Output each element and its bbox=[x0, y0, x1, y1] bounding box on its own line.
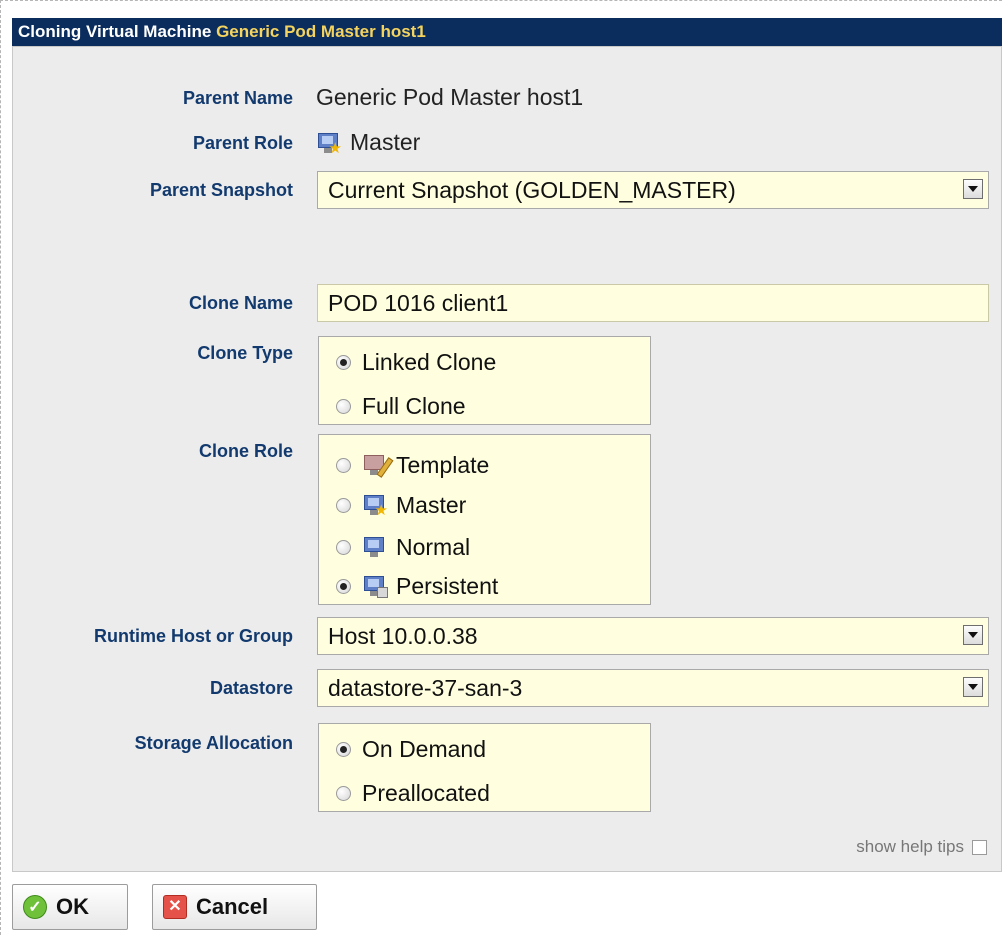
role-master-option[interactable]: ★ Master bbox=[336, 490, 466, 520]
parent-snapshot-value: Current Snapshot (GOLDEN_MASTER) bbox=[328, 177, 736, 203]
storage-allocation-label: Storage Allocation bbox=[134, 733, 293, 753]
full-clone-radio[interactable] bbox=[336, 398, 351, 414]
role-template-label: Template bbox=[396, 451, 490, 478]
on-demand-option[interactable]: On Demand bbox=[336, 734, 486, 764]
dialog-title: Cloning Virtual Machine Generic Pod Mast… bbox=[12, 18, 1002, 46]
role-master-label: Master bbox=[396, 491, 467, 518]
on-demand-label: On Demand bbox=[362, 735, 487, 762]
master-icon: ★ bbox=[316, 130, 342, 156]
storage-allocation-group: On Demand Preallocated bbox=[318, 723, 651, 812]
clone-role-group: Template ★ Master Normal Persistent bbox=[318, 434, 651, 605]
chevron-down-icon[interactable] bbox=[963, 677, 983, 697]
clone-type-label: Clone Type bbox=[197, 343, 293, 363]
role-normal-option[interactable]: Normal bbox=[336, 532, 470, 562]
datastore-label: Datastore bbox=[209, 678, 293, 698]
role-master-radio[interactable] bbox=[336, 497, 351, 513]
preallocated-option[interactable]: Preallocated bbox=[336, 778, 490, 808]
runtime-host-select[interactable]: Host 10.0.0.38 bbox=[317, 617, 989, 655]
parent-role-text: Master bbox=[350, 129, 421, 155]
parent-role-value: ★ Master bbox=[316, 129, 420, 156]
chevron-down-icon[interactable] bbox=[963, 179, 983, 199]
ok-button[interactable]: ✓ OK bbox=[12, 884, 128, 930]
clone-form-panel: Parent Name Generic Pod Master host1 Par… bbox=[12, 46, 1002, 872]
full-clone-option[interactable]: Full Clone bbox=[336, 391, 466, 421]
role-normal-radio[interactable] bbox=[336, 539, 351, 555]
template-icon bbox=[362, 452, 394, 478]
chevron-down-icon[interactable] bbox=[963, 625, 983, 645]
linked-clone-label: Linked Clone bbox=[362, 348, 497, 375]
datastore-value: datastore-37-san-3 bbox=[328, 675, 523, 701]
check-icon: ✓ bbox=[23, 895, 47, 919]
cancel-button-label: Cancel bbox=[196, 894, 269, 919]
runtime-host-label: Runtime Host or Group bbox=[94, 626, 293, 646]
master-icon: ★ bbox=[362, 492, 388, 518]
cancel-button[interactable]: ✕ Cancel bbox=[152, 884, 317, 930]
persistent-icon bbox=[362, 573, 388, 599]
role-persistent-option[interactable]: Persistent bbox=[336, 571, 498, 601]
clone-type-group: Linked Clone Full Clone bbox=[318, 336, 651, 425]
close-icon: ✕ bbox=[163, 895, 187, 919]
clone-role-label: Clone Role bbox=[198, 441, 293, 461]
title-vm-name: Generic Pod Master host1 bbox=[216, 22, 426, 41]
clone-name-input[interactable]: POD 1016 client1 bbox=[317, 284, 989, 322]
help-tips-toggle[interactable]: show help tips bbox=[856, 837, 987, 857]
role-persistent-label: Persistent bbox=[396, 572, 499, 599]
role-template-option[interactable]: Template bbox=[336, 450, 489, 480]
parent-name-value: Generic Pod Master host1 bbox=[316, 84, 584, 110]
parent-snapshot-select[interactable]: Current Snapshot (GOLDEN_MASTER) bbox=[317, 171, 989, 209]
linked-clone-radio[interactable] bbox=[336, 354, 351, 370]
on-demand-radio[interactable] bbox=[336, 741, 351, 757]
runtime-host-value: Host 10.0.0.38 bbox=[328, 623, 478, 649]
parent-name-label: Parent Name bbox=[182, 88, 293, 108]
datastore-select[interactable]: datastore-37-san-3 bbox=[317, 669, 989, 707]
ok-button-label: OK bbox=[56, 894, 89, 919]
linked-clone-option[interactable]: Linked Clone bbox=[336, 347, 496, 377]
preallocated-label: Preallocated bbox=[362, 779, 490, 806]
role-template-radio[interactable] bbox=[336, 457, 351, 473]
help-tips-label: show help tips bbox=[856, 837, 964, 856]
parent-role-label: Parent Role bbox=[192, 133, 293, 153]
role-normal-label: Normal bbox=[396, 533, 471, 560]
normal-icon bbox=[362, 534, 388, 560]
clone-name-label: Clone Name bbox=[188, 293, 293, 313]
title-prefix: Cloning Virtual Machine bbox=[18, 22, 212, 41]
help-tips-checkbox[interactable] bbox=[972, 839, 987, 855]
role-persistent-radio[interactable] bbox=[336, 578, 351, 594]
preallocated-radio[interactable] bbox=[336, 785, 351, 801]
full-clone-label: Full Clone bbox=[362, 392, 466, 419]
parent-snapshot-label: Parent Snapshot bbox=[149, 180, 293, 200]
